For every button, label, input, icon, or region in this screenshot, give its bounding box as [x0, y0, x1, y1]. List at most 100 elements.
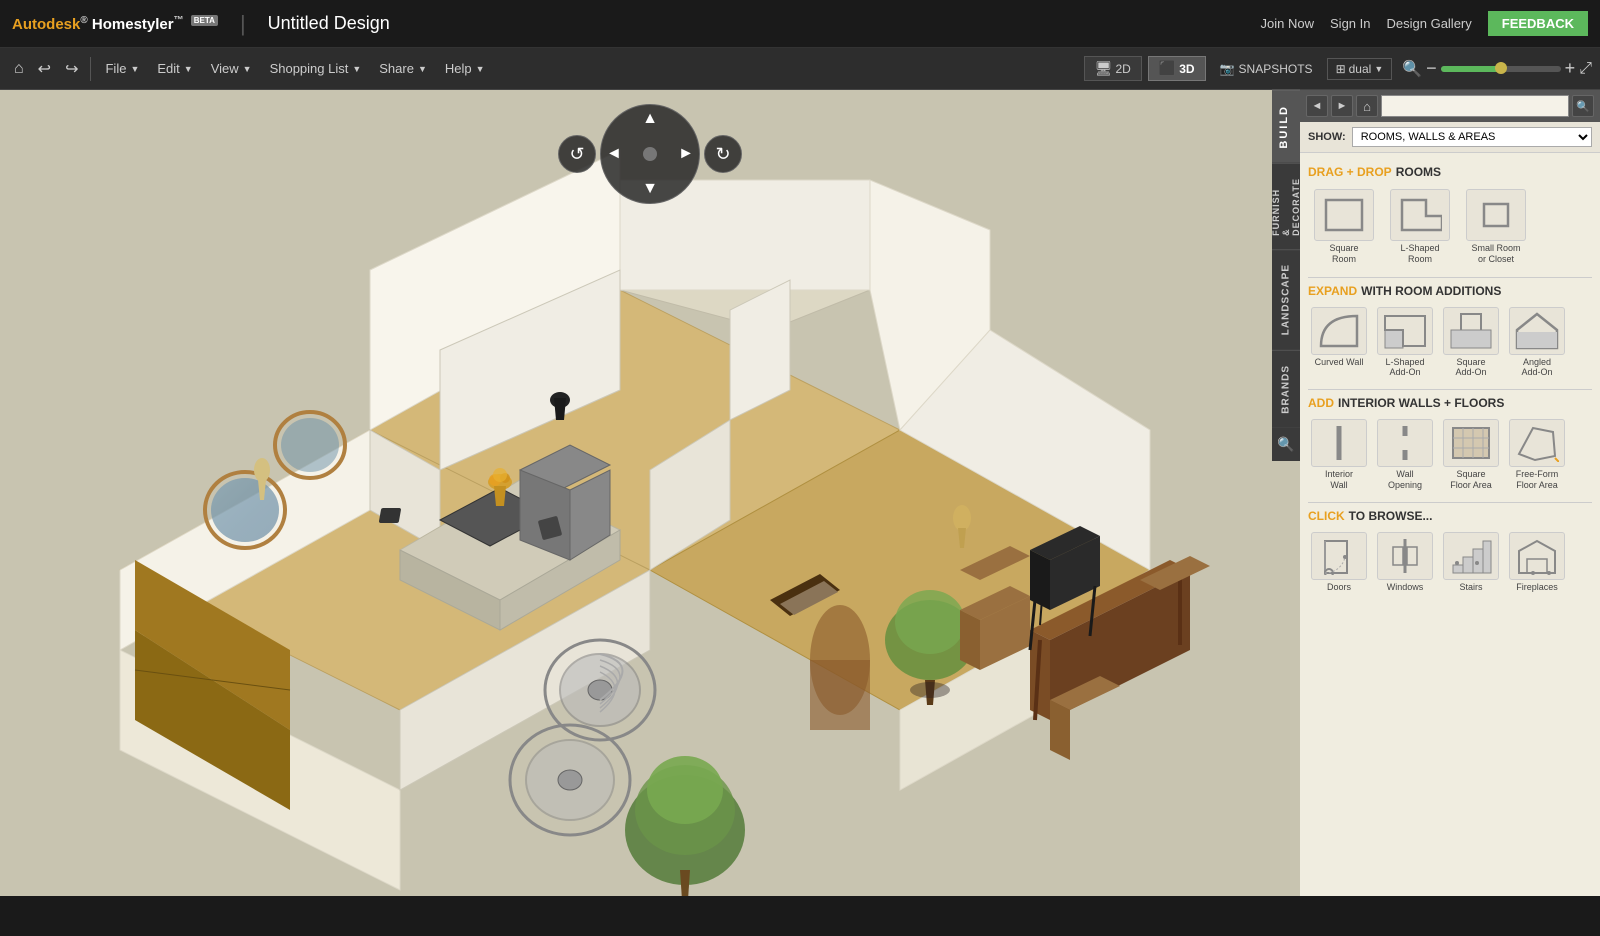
show-dropdown[interactable]: ROOMS, WALLS & AREAS ROOMS ONLY WALLS ON… — [1352, 127, 1592, 147]
pan-down-button[interactable]: ▼ — [642, 180, 658, 198]
drag-rooms-grid: SquareRoom L-ShapedRoom — [1308, 185, 1592, 269]
monitor-icon: 🖥 — [1095, 60, 1113, 77]
windows-item[interactable]: Windows — [1374, 529, 1436, 595]
landscape-tab[interactable]: LANDSCAPE — [1272, 249, 1300, 349]
design-gallery-link[interactable]: Design Gallery — [1387, 16, 1472, 31]
doors-item[interactable]: Doors — [1308, 529, 1370, 595]
beta-badge: BETA — [191, 15, 218, 26]
feedback-button[interactable]: FEEDBACK — [1488, 11, 1588, 36]
canvas-area[interactable]: ↺ ▲ ▼ ◄ ► ↻ — [0, 90, 1300, 896]
square-addon-item[interactable]: SquareAdd-On — [1440, 304, 1502, 382]
cube-icon: ⬛ — [1159, 60, 1176, 77]
doors-icon — [1311, 532, 1367, 580]
panel-back-button[interactable]: ◄ — [1306, 95, 1328, 117]
wall-opening-item[interactable]: WallOpening — [1374, 416, 1436, 494]
square-room-item[interactable]: SquareRoom — [1308, 185, 1380, 269]
small-room-label: Small Roomor Closet — [1471, 243, 1520, 265]
pan-control: ▲ ▼ ◄ ► — [600, 104, 700, 204]
redo-button[interactable]: ↪ — [59, 55, 84, 83]
topbar: Autodesk® Homestyler™ BETA | Untitled De… — [0, 0, 1600, 48]
stairs-item[interactable]: Stairs — [1440, 529, 1502, 595]
expand-highlight: EXPAND — [1308, 284, 1357, 298]
room-additions-grid: Curved Wall L-ShapedAdd-On — [1308, 304, 1592, 382]
stairs-label: Stairs — [1459, 582, 1482, 592]
interior-items-grid: InteriorWall WallOpening — [1308, 416, 1592, 494]
pan-up-button[interactable]: ▲ — [642, 110, 658, 128]
panel-search-button[interactable]: 🔍 — [1572, 95, 1594, 117]
l-shaped-addon-label: L-ShapedAdd-On — [1385, 357, 1424, 379]
help-menu[interactable]: Help ▼ — [437, 57, 493, 80]
pan-left-button[interactable]: ◄ — [606, 145, 622, 163]
l-shaped-addon-item[interactable]: L-ShapedAdd-On — [1374, 304, 1436, 382]
view-2d-button[interactable]: 🖥 2D — [1084, 56, 1142, 81]
zoom-out-button[interactable]: 🔍 — [1402, 59, 1422, 79]
drag-drop-rest: ROOMS — [1396, 165, 1441, 179]
divider-1 — [1308, 277, 1592, 278]
panel-search-input[interactable] — [1381, 95, 1569, 117]
square-addon-label: SquareAdd-On — [1455, 357, 1486, 379]
view-3d-button[interactable]: ⬛ 3D — [1148, 56, 1206, 81]
interior-rest: INTERIOR WALLS + FLOORS — [1338, 396, 1504, 410]
fullscreen-button[interactable]: ⤢ — [1579, 60, 1592, 78]
title-separator: | — [240, 11, 246, 37]
furnish-decorate-tab[interactable]: FURNISH & DECORATE — [1272, 163, 1300, 250]
app-logo: Autodesk® Homestyler™ BETA — [12, 15, 218, 33]
angled-addon-icon — [1509, 307, 1565, 355]
interior-wall-item[interactable]: InteriorWall — [1308, 416, 1370, 494]
file-menu[interactable]: File ▼ — [97, 57, 147, 80]
zoom-plus-button[interactable]: + — [1565, 58, 1576, 79]
sign-in-link[interactable]: Sign In — [1330, 16, 1370, 31]
fireplaces-label: Fireplaces — [1516, 582, 1558, 592]
view-menu[interactable]: View ▼ — [203, 57, 260, 80]
small-room-icon — [1466, 189, 1526, 241]
main-area: ↺ ▲ ▼ ◄ ► ↻ BUILD FURNISH & DECORATE LAN… — [0, 90, 1600, 896]
home-button[interactable]: ⌂ — [8, 56, 30, 82]
browse-items-grid: Doors Windows — [1308, 529, 1592, 595]
panel-home-button[interactable]: ⌂ — [1356, 95, 1378, 117]
house-scene — [0, 90, 1300, 896]
dual-button[interactable]: ⊞ dual ▼ — [1327, 58, 1393, 80]
undo-button[interactable]: ↩ — [32, 55, 57, 83]
fireplaces-item[interactable]: Fireplaces — [1506, 529, 1568, 595]
design-title: Untitled Design — [268, 13, 390, 34]
zoom-minus-button[interactable]: − — [1426, 58, 1437, 79]
windows-icon — [1377, 532, 1433, 580]
angled-addon-label: AngledAdd-On — [1521, 357, 1552, 379]
rotate-left-button[interactable]: ↺ — [558, 135, 596, 173]
divider-3 — [1308, 502, 1592, 503]
panel-forward-button[interactable]: ► — [1331, 95, 1353, 117]
search-tab[interactable]: 🔍 — [1272, 427, 1300, 461]
drag-drop-highlight: DRAG + DROP — [1308, 165, 1392, 179]
doors-label: Doors — [1327, 582, 1351, 592]
curved-wall-item[interactable]: Curved Wall — [1308, 304, 1370, 382]
logo-area: Autodesk® Homestyler™ BETA | Untitled De… — [12, 11, 390, 37]
pan-right-button[interactable]: ► — [678, 145, 694, 163]
square-floor-icon — [1443, 419, 1499, 467]
freeform-floor-icon — [1509, 419, 1565, 467]
freeform-floor-item[interactable]: Free-FormFloor Area — [1506, 416, 1568, 494]
l-shaped-addon-icon — [1377, 307, 1433, 355]
join-now-link[interactable]: Join Now — [1261, 16, 1314, 31]
build-tab[interactable]: BUILD — [1272, 90, 1300, 163]
curved-wall-label: Curved Wall — [1315, 357, 1364, 368]
square-room-label: SquareRoom — [1329, 243, 1358, 265]
edit-menu[interactable]: Edit ▼ — [149, 57, 200, 80]
zoom-slider[interactable] — [1441, 66, 1561, 72]
curved-wall-icon — [1311, 307, 1367, 355]
snapshots-button[interactable]: 📷 SNAPSHOTS — [1212, 59, 1321, 79]
rotate-right-button[interactable]: ↻ — [704, 135, 742, 173]
topbar-right: Join Now Sign In Design Gallery FEEDBACK — [1261, 11, 1588, 36]
square-room-icon — [1314, 189, 1374, 241]
camera-icon: 📷 — [1220, 62, 1235, 76]
angled-addon-item[interactable]: AngledAdd-On — [1506, 304, 1568, 382]
show-row: SHOW: ROOMS, WALLS & AREAS ROOMS ONLY WA… — [1300, 122, 1600, 153]
square-floor-item[interactable]: SquareFloor Area — [1440, 416, 1502, 494]
l-shaped-room-item[interactable]: L-ShapedRoom — [1384, 185, 1456, 269]
browse-rest: TO BROWSE... — [1349, 509, 1433, 523]
brands-tab[interactable]: BRANDS — [1272, 350, 1300, 428]
square-floor-label: SquareFloor Area — [1450, 469, 1492, 491]
share-menu[interactable]: Share ▼ — [371, 57, 435, 80]
stairs-icon — [1443, 532, 1499, 580]
small-room-item[interactable]: Small Roomor Closet — [1460, 185, 1532, 269]
shopping-list-menu[interactable]: Shopping List ▼ — [262, 57, 370, 80]
